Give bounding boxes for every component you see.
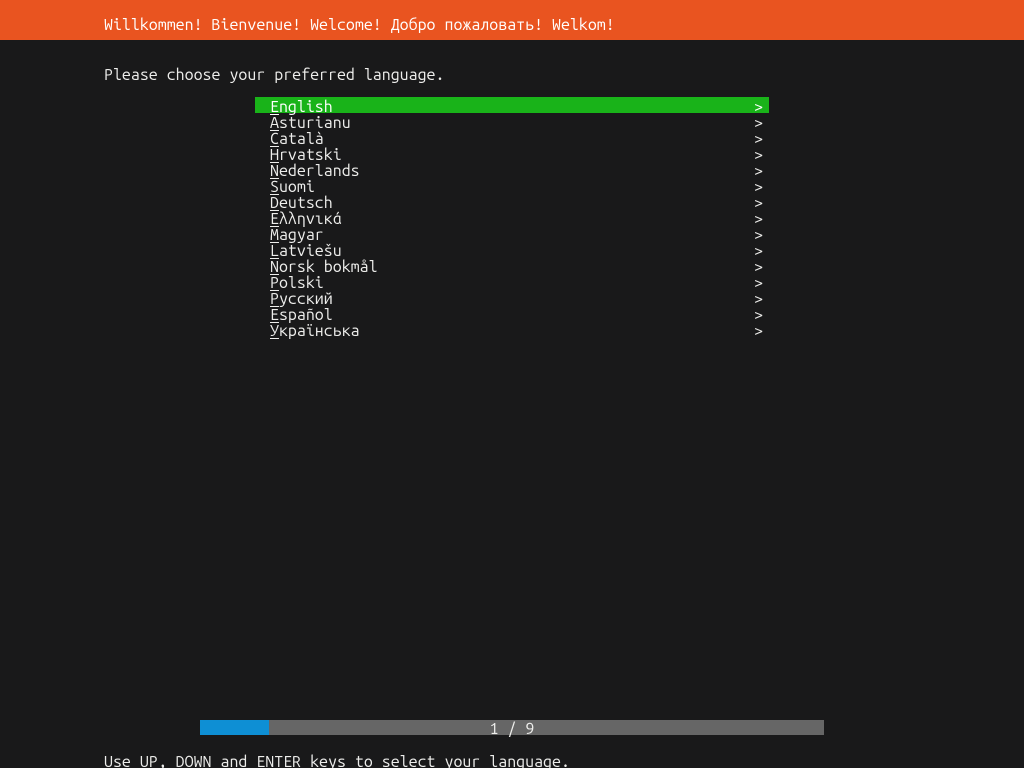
- language-option[interactable]: Español>: [255, 305, 769, 321]
- language-list[interactable]: English>Asturianu>Català>Hrvatski>Nederl…: [255, 97, 769, 337]
- language-option[interactable]: Русский>: [255, 289, 769, 305]
- language-option[interactable]: Deutsch>: [255, 193, 769, 209]
- language-option[interactable]: Asturianu>: [255, 113, 769, 129]
- language-option[interactable]: Català>: [255, 129, 769, 145]
- language-option[interactable]: Latviešu>: [255, 241, 769, 257]
- language-prompt: Please choose your preferred language.: [104, 67, 444, 83]
- progress-label: 1 / 9: [200, 721, 824, 737]
- installer-screen: Willkommen! Bienvenue! Welcome! Добро по…: [0, 0, 1024, 768]
- footer-hint: Use UP, DOWN and ENTER keys to select yo…: [104, 754, 570, 768]
- language-option[interactable]: Suomi>: [255, 177, 769, 193]
- progress-bar: 1 / 9: [200, 720, 824, 735]
- language-label: Українська: [270, 323, 360, 339]
- language-option[interactable]: Nederlands>: [255, 161, 769, 177]
- language-option[interactable]: Hrvatski>: [255, 145, 769, 161]
- language-option[interactable]: Polski>: [255, 273, 769, 289]
- language-option[interactable]: Ελληνικά>: [255, 209, 769, 225]
- language-option[interactable]: English>: [255, 97, 769, 113]
- language-option[interactable]: Norsk bokmål>: [255, 257, 769, 273]
- header-bar: Willkommen! Bienvenue! Welcome! Добро по…: [0, 0, 1024, 40]
- header-title: Willkommen! Bienvenue! Welcome! Добро по…: [104, 17, 615, 33]
- chevron-right-icon: >: [754, 323, 763, 339]
- language-option[interactable]: Magyar>: [255, 225, 769, 241]
- language-option[interactable]: Українська >: [255, 321, 769, 337]
